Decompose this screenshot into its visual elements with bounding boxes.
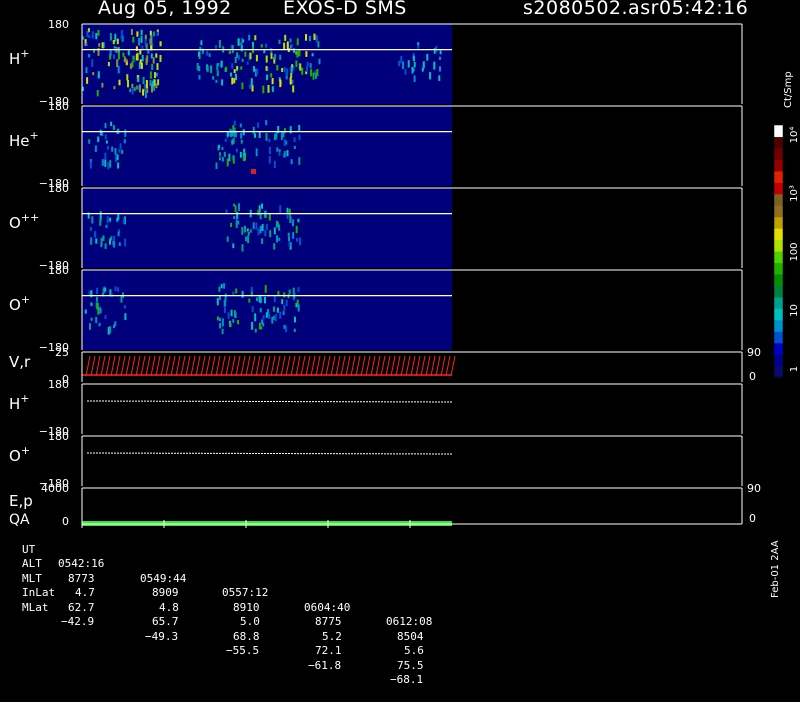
colorbar-tick: 10⁴ <box>789 127 800 144</box>
table-cell: 0612:08 <box>386 615 433 628</box>
table-cell: 75.5 <box>397 658 424 672</box>
colorbar-swatch <box>774 182 783 195</box>
y-tick-top: 180 <box>48 378 69 391</box>
table-cell: 62.7 <box>68 600 95 614</box>
vr-trace <box>85 355 456 377</box>
spectrogram-bg <box>82 270 452 350</box>
colorbar-swatch <box>774 354 783 367</box>
colorbar-unit: Ct/Smp <box>783 71 794 108</box>
panel-label-secondary: QA <box>9 512 30 528</box>
colorbar-swatch <box>774 159 783 172</box>
colorbar-swatch <box>774 251 783 264</box>
table-cell: 8910 <box>233 600 260 614</box>
colorbar-swatch <box>774 170 783 183</box>
table-cell: 0557:12 <box>222 586 269 599</box>
table-cell: 8504 <box>397 629 424 643</box>
colorbar-swatch <box>774 205 783 218</box>
colorbar-swatch <box>774 239 783 252</box>
spectrogram-fill-layer <box>82 24 783 526</box>
angle-trace <box>86 452 453 455</box>
spectrogram-plot: 180−180H+180−180He+180−180O++180−180O+25… <box>9 18 800 528</box>
table-row: UT 0542:16 0549:44 0557:12 0604:40 0612:… <box>22 528 432 629</box>
table-cell: 8775 <box>315 615 342 628</box>
table-cell: −42.9 <box>61 615 95 628</box>
colorbar-swatch <box>774 216 783 229</box>
panel-label: H+ <box>9 47 30 68</box>
panel-label: O+ <box>9 444 30 465</box>
spectrogram-bg <box>82 106 452 186</box>
colorbar-swatch <box>774 365 783 378</box>
angle-trace <box>86 400 453 403</box>
table-cell: 5.2 <box>322 629 342 643</box>
colorbar-tick: 10 <box>789 304 800 317</box>
colorbar-swatch <box>774 228 783 241</box>
y-tick-top: 180 <box>48 100 69 113</box>
right-tick-top: 90 <box>747 346 761 359</box>
right-tick-top: 90 <box>747 482 761 495</box>
footer-note: Feb-01 2AA <box>770 540 781 598</box>
colorbar-swatch <box>774 319 783 332</box>
table-cell: 8773 <box>68 571 95 585</box>
header-instrument: EXOS-D SMS <box>283 0 407 19</box>
colorbar-swatch <box>774 285 783 298</box>
colorbar-swatch <box>774 296 783 309</box>
table-row: ALT 8773 8909 8910 8775 8504 <box>22 543 424 643</box>
ephemeris-table: UT 0542:16 0549:44 0557:12 0604:40 0612:… <box>22 528 432 687</box>
row-label-mlat: MLat <box>22 600 49 614</box>
table-cell: 5.0 <box>240 615 260 628</box>
colorbar-tick: 100 <box>789 242 800 261</box>
colorbar-swatch <box>774 193 783 206</box>
panel-label: He+ <box>9 129 39 150</box>
colorbar-swatch <box>774 136 783 149</box>
header-file: s2080502.asr <box>523 0 659 19</box>
table-row: InLat 62.7 65.7 68.8 72.1 75.5 <box>22 572 424 672</box>
table-cell: 4.7 <box>75 586 95 599</box>
table-cell: 0549:44 <box>140 571 187 585</box>
colorbar-swatch <box>774 147 783 160</box>
table-cell: 68.8 <box>233 629 260 643</box>
table-cell: −55.5 <box>226 644 260 657</box>
colorbar-swatch <box>774 308 783 321</box>
colorbar-swatch <box>774 262 783 275</box>
y-tick-top: 4000 <box>41 482 69 495</box>
right-tick-bottom: 0 <box>749 370 756 383</box>
panel-label: O+ <box>9 293 30 314</box>
colorbar-tick: 1 <box>789 366 800 372</box>
table-cell: 72.1 <box>315 644 342 657</box>
colorbar-swatch <box>774 273 783 286</box>
colorbar-swatch <box>774 331 783 344</box>
table-cell: −68.1 <box>390 673 424 686</box>
table-cell: 5.6 <box>404 644 424 657</box>
table-row: MLat −42.9 −49.3 −55.5 −61.8 −68.1 <box>22 586 423 687</box>
y-tick-bottom: 0 <box>62 515 69 528</box>
y-tick-top: 180 <box>48 18 69 31</box>
table-cell: 0542:16 <box>58 557 105 570</box>
table-cell: 4.8 <box>159 600 179 614</box>
spectrogram-hotspot <box>251 169 256 174</box>
panel-label: E,p <box>9 492 33 510</box>
colorbar-swatch <box>774 125 783 138</box>
panel-label: V,r <box>9 353 31 371</box>
table-cell: 65.7 <box>152 615 179 628</box>
colorbar-swatch <box>774 342 783 355</box>
y-tick-top: 180 <box>48 264 69 277</box>
panel-label: H+ <box>9 392 30 413</box>
panel-label: O++ <box>9 211 39 232</box>
header-date: Aug 05, 1992 <box>98 0 232 19</box>
y-tick-top: 180 <box>48 182 69 195</box>
header-time: 05:42:16 <box>659 0 749 19</box>
table-cell: −61.8 <box>308 658 342 672</box>
table-row: MLT 4.7 4.8 5.0 5.2 5.6 <box>22 557 424 658</box>
colorbar-tick: 10³ <box>789 185 800 202</box>
table-cell: 8909 <box>152 586 179 599</box>
table-cell: −49.3 <box>145 629 179 643</box>
y-tick-top: 25 <box>55 346 69 359</box>
y-tick-top: 180 <box>48 430 69 443</box>
right-tick-bottom: 0 <box>749 512 756 525</box>
table-cell: 0604:40 <box>304 600 351 614</box>
